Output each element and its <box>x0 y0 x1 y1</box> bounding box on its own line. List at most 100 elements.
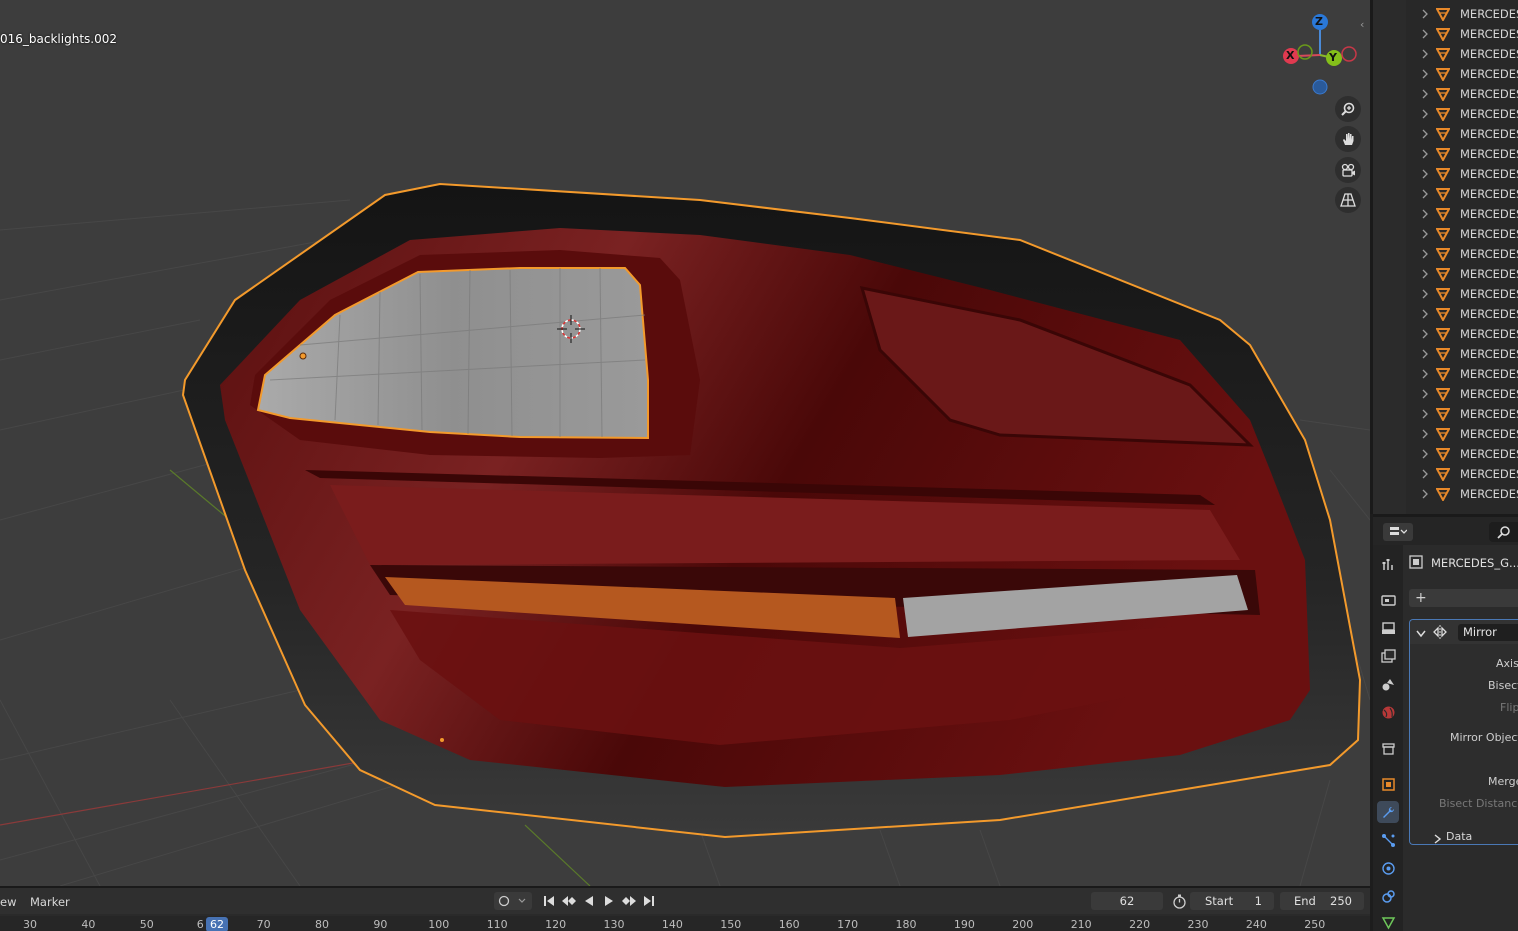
outliner[interactable]: MERCEDES MERCEDES MERCEDES MERCEDES MERCEDES… <box>1370 0 1518 514</box>
outliner-item[interactable]: MERCEDES <box>1373 284 1518 304</box>
data-subpanel-label[interactable]: Data <box>1446 830 1472 843</box>
chevron-right-icon[interactable] <box>1420 448 1430 460</box>
world-tab-icon[interactable] <box>1377 701 1399 723</box>
view-layer-tab-icon[interactable] <box>1377 645 1399 667</box>
chevron-right-icon[interactable] <box>1420 328 1430 340</box>
pan-hand-icon[interactable] <box>1335 126 1361 152</box>
outliner-item[interactable]: MERCEDES <box>1373 424 1518 444</box>
properties-editor[interactable]: MERCEDES_G... + Mirror Axis Bisect Flip … <box>1373 514 1518 931</box>
chevron-right-icon[interactable] <box>1420 288 1430 300</box>
outliner-item[interactable]: MERCEDES <box>1373 324 1518 344</box>
chevron-right-icon[interactable] <box>1420 248 1430 260</box>
outliner-item[interactable]: MERCEDES <box>1373 224 1518 244</box>
add-modifier-button[interactable]: + <box>1409 589 1518 607</box>
outliner-item[interactable]: MERCEDES <box>1373 364 1518 384</box>
chevron-right-icon[interactable] <box>1420 48 1430 60</box>
timeline-ruler[interactable]: 30 40 50 6 70 80 90 100 110 120 130 140 150 160 170 180… <box>0 916 1370 931</box>
scene-tab-icon[interactable] <box>1377 673 1399 695</box>
keying-dropdown[interactable] <box>494 892 532 910</box>
constraints-tab-icon[interactable] <box>1377 885 1399 907</box>
outliner-item[interactable]: MERCEDES <box>1373 144 1518 164</box>
chevron-right-icon[interactable] <box>1420 68 1430 80</box>
chevron-right-icon[interactable] <box>1420 468 1430 480</box>
outliner-item[interactable]: MERCEDES <box>1373 124 1518 144</box>
outliner-item[interactable]: MERCEDES <box>1373 44 1518 64</box>
current-frame-indicator[interactable]: 62 <box>206 917 228 931</box>
play-reverse-icon[interactable] <box>580 893 598 909</box>
outliner-item[interactable]: MERCEDES <box>1373 64 1518 84</box>
chevron-right-icon[interactable] <box>1420 428 1430 440</box>
outliner-item[interactable]: MERCEDES <box>1373 84 1518 104</box>
sidebar-toggle-icon[interactable]: ‹ <box>1360 18 1364 31</box>
output-tab-icon[interactable] <box>1377 617 1399 639</box>
gizmo-z-label[interactable]: Z <box>1315 15 1323 28</box>
chevron-right-icon[interactable] <box>1420 208 1430 220</box>
chevron-right-icon[interactable] <box>1420 268 1430 280</box>
outliner-item[interactable]: MERCEDES <box>1373 344 1518 364</box>
viewport-scene[interactable] <box>0 0 1370 886</box>
chevron-down-icon[interactable] <box>1416 627 1426 641</box>
3d-viewport[interactable]: Z Y X 016_backlights.002 ‹ <box>0 0 1370 886</box>
play-icon[interactable] <box>600 893 618 909</box>
chevron-right-icon[interactable] <box>1420 28 1430 40</box>
chevron-right-icon[interactable] <box>1420 488 1430 500</box>
view-menu[interactable]: ew <box>0 895 16 909</box>
camera-view-icon[interactable] <box>1335 157 1361 183</box>
chevron-right-icon[interactable] <box>1420 128 1430 140</box>
outliner-item[interactable]: MERCEDES <box>1373 184 1518 204</box>
jump-keyframe-forward-icon[interactable] <box>620 893 638 909</box>
outliner-item[interactable]: MERCEDES <box>1373 204 1518 224</box>
chevron-right-icon[interactable] <box>1420 88 1430 100</box>
outliner-item[interactable]: MERCEDES <box>1373 264 1518 284</box>
particles-tab-icon[interactable] <box>1377 829 1399 851</box>
chevron-right-icon[interactable] <box>1420 108 1430 120</box>
jump-keyframe-back-icon[interactable] <box>560 893 578 909</box>
chevron-right-icon[interactable] <box>1420 368 1430 380</box>
tool-tab-icon[interactable] <box>1377 553 1399 575</box>
outliner-item[interactable]: MERCEDES <box>1373 4 1518 24</box>
modifier-header[interactable]: Mirror <box>1410 620 1518 644</box>
start-frame-field[interactable]: Start 1 <box>1190 892 1274 910</box>
editor-type-icon[interactable] <box>1383 523 1413 541</box>
chevron-right-icon[interactable] <box>1420 348 1430 360</box>
outliner-item[interactable]: MERCEDES <box>1373 164 1518 184</box>
chevron-right-icon[interactable] <box>1420 188 1430 200</box>
timeline[interactable]: ew Marker 62 Start 1 End 250 30 40 50 6 … <box>0 886 1370 931</box>
physics-tab-icon[interactable] <box>1377 857 1399 879</box>
chevron-right-icon[interactable] <box>1420 308 1430 320</box>
gizmo-x-label[interactable]: X <box>1286 49 1294 62</box>
render-tab-icon[interactable] <box>1377 589 1399 611</box>
jump-end-icon[interactable] <box>640 893 658 909</box>
search-icon[interactable] <box>1489 522 1518 542</box>
outliner-item[interactable]: MERCEDES <box>1373 404 1518 424</box>
current-frame-field[interactable]: 62 <box>1091 892 1163 910</box>
outliner-item[interactable]: MERCEDES <box>1373 384 1518 404</box>
jump-start-icon[interactable] <box>540 893 558 909</box>
chevron-right-icon[interactable] <box>1420 388 1430 400</box>
chevron-right-icon[interactable] <box>1420 8 1430 20</box>
zoom-icon[interactable] <box>1335 96 1361 122</box>
outliner-item[interactable]: MERCEDES <box>1373 24 1518 44</box>
outliner-item[interactable]: MERCEDES <box>1373 484 1518 504</box>
outliner-item[interactable]: MERCEDES <box>1373 244 1518 264</box>
stopwatch-icon[interactable] <box>1172 894 1187 912</box>
ruler-tick: 90 <box>373 918 388 931</box>
gizmo-y-label[interactable]: Y <box>1329 51 1337 64</box>
chevron-right-icon[interactable] <box>1420 228 1430 240</box>
marker-menu[interactable]: Marker <box>30 895 70 909</box>
outliner-item[interactable]: MERCEDES <box>1373 104 1518 124</box>
chevron-right-icon[interactable] <box>1434 833 1442 847</box>
chevron-right-icon[interactable] <box>1420 168 1430 180</box>
outliner-item[interactable]: MERCEDES <box>1373 444 1518 464</box>
outliner-item[interactable]: MERCEDES <box>1373 464 1518 484</box>
chevron-right-icon[interactable] <box>1420 408 1430 420</box>
object-tab-icon[interactable] <box>1377 773 1399 795</box>
end-frame-field[interactable]: End 250 <box>1280 892 1364 910</box>
chevron-right-icon[interactable] <box>1420 148 1430 160</box>
modifier-name-field[interactable]: Mirror <box>1458 624 1518 641</box>
perspective-grid-icon[interactable] <box>1335 187 1361 213</box>
data-tab-icon[interactable] <box>1377 911 1399 931</box>
collection-tab-icon[interactable] <box>1377 737 1399 759</box>
modifier-tab-icon[interactable] <box>1377 801 1399 823</box>
outliner-item[interactable]: MERCEDES <box>1373 304 1518 324</box>
